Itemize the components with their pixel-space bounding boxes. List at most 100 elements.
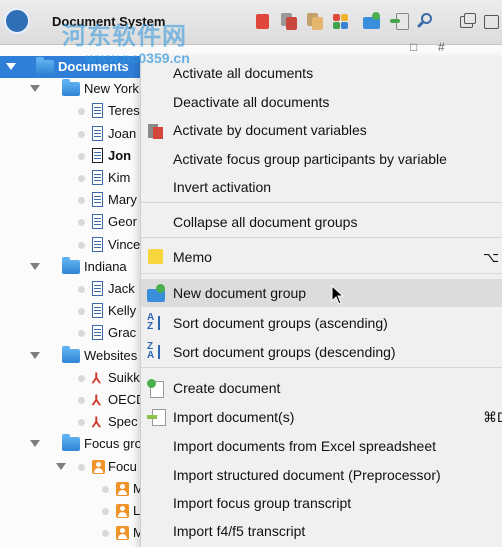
menu-item[interactable]: Create document — [141, 374, 502, 402]
menu-item[interactable]: Import f4/f5 transcript — [141, 517, 502, 545]
tree-document[interactable]: ⅄ OECD — [0, 389, 146, 411]
folder-icon — [62, 434, 80, 451]
menu-item[interactable]: Collapse all document groups — [141, 208, 502, 236]
tree-group[interactable]: Indiana — [0, 256, 140, 278]
maximize-icon[interactable] — [482, 12, 500, 30]
menu-item[interactable]: New document group — [141, 279, 502, 307]
activation-dot-icon[interactable] — [78, 397, 85, 404]
menu-item[interactable]: Activate by document variables — [141, 116, 502, 144]
tree-item-label: Kelly — [108, 303, 137, 318]
menu-item[interactable]: A Z Sort document groups (ascending) — [141, 309, 502, 337]
activation-dot-icon[interactable] — [78, 108, 85, 115]
column-header-count[interactable]: # — [438, 40, 445, 54]
tree-group[interactable]: New York — [0, 78, 140, 100]
tree-document[interactable]: Geor — [0, 211, 140, 233]
menu-item[interactable]: Memo ⌥⇧ — [141, 243, 502, 271]
tree-document[interactable]: M — [0, 478, 144, 500]
expand-triangle-icon[interactable] — [30, 352, 40, 359]
participant-icon — [116, 526, 129, 540]
activation-dot-icon[interactable] — [78, 131, 85, 138]
tree-item-label: Jack — [108, 281, 135, 296]
text-document-icon — [92, 325, 103, 340]
tree-document[interactable]: Jon — [0, 145, 140, 167]
context-menu: Activate all documents Deactivate all doc… — [140, 56, 502, 547]
tree-group[interactable]: Focus gro — [0, 433, 142, 455]
menu-item[interactable]: Import focus group transcript — [141, 489, 502, 517]
activation-dot-icon[interactable] — [78, 330, 85, 337]
undock-icon[interactable] — [458, 12, 476, 30]
tree-document[interactable]: Kim — [0, 167, 140, 189]
activation-dot-icon[interactable] — [78, 219, 85, 226]
activation-dot-icon[interactable] — [78, 175, 85, 182]
menu-item-shortcut: ⌥⇧ — [483, 249, 502, 265]
menu-item-label: Create document — [173, 380, 281, 396]
menu-item[interactable]: Z A Sort document groups (descending) — [141, 338, 502, 366]
document-colors-icon[interactable] — [332, 12, 350, 30]
menu-item-label: Deactivate all documents — [173, 94, 330, 110]
text-document-icon — [92, 303, 103, 318]
menu-item-label: Collapse all document groups — [173, 214, 358, 230]
expand-triangle-icon[interactable] — [56, 463, 66, 470]
copy-documents-icon[interactable] — [280, 12, 298, 30]
tree-group[interactable]: Focu — [0, 456, 140, 478]
tree-group[interactable]: Websites — [0, 345, 140, 367]
search-icon[interactable] — [416, 12, 434, 30]
activation-dot-icon[interactable] — [78, 419, 85, 426]
activation-dot-icon[interactable] — [78, 197, 85, 204]
tree-document[interactable]: Joan — [0, 123, 140, 145]
tree-document[interactable]: ⅄ Suikk — [0, 367, 140, 389]
expand-triangle-icon[interactable] — [30, 263, 40, 270]
expand-triangle-icon[interactable] — [6, 63, 16, 70]
activation-dot-icon[interactable] — [78, 375, 85, 382]
red-document-icon[interactable] — [254, 12, 272, 30]
duplicate-documents-icon[interactable] — [306, 12, 324, 30]
tree-item-label: Teres — [108, 103, 140, 118]
expand-triangle-icon[interactable] — [30, 440, 40, 447]
activation-dot-icon[interactable] — [78, 242, 85, 249]
menu-separator — [141, 367, 502, 368]
tree-document[interactable]: Teres — [0, 100, 140, 122]
import-icon[interactable] — [390, 12, 409, 30]
menu-item-label: Activate by document variables — [173, 122, 367, 138]
column-header-checkbox[interactable]: □ — [410, 40, 417, 54]
column-header: □ # — [400, 38, 502, 56]
tree-document[interactable]: M — [0, 522, 144, 544]
menu-item[interactable]: Activate all documents — [141, 59, 502, 87]
tree-document[interactable]: Grac — [0, 322, 140, 344]
menu-item[interactable]: Import documents from Excel spreadsheet — [141, 432, 502, 460]
activation-dot-icon[interactable] — [78, 286, 85, 293]
expand-triangle-icon[interactable] — [30, 85, 40, 92]
tree-item-label: Kim — [108, 170, 131, 185]
tree-document[interactable]: ⅄ Spec — [0, 411, 140, 433]
activation-dot-icon[interactable] — [78, 308, 85, 315]
tree-item-label: Focus gro — [84, 436, 142, 451]
new-folder-icon[interactable] — [362, 12, 380, 30]
tree-item-label: New York — [84, 81, 139, 96]
tree-document[interactable]: Vince — [0, 234, 140, 256]
tree-document[interactable]: Mary — [0, 189, 140, 211]
menu-item-label: Import f4/f5 transcript — [173, 523, 306, 539]
menu-item-label: Import focus group transcript — [173, 495, 352, 511]
text-document-icon — [92, 192, 103, 207]
menu-item[interactable]: Invert activation — [141, 173, 502, 201]
menu-item[interactable]: Import document(s) ⌘D — [141, 403, 502, 431]
menu-item-label: New document group — [173, 285, 307, 301]
tree-document[interactable]: Jack — [0, 278, 140, 300]
activation-dot-icon[interactable] — [78, 464, 85, 471]
tree-document[interactable]: Kelly — [0, 300, 140, 322]
menu-item[interactable]: Deactivate all documents — [141, 88, 502, 116]
menu-item-label: Sort document groups (descending) — [173, 344, 396, 360]
mouse-cursor-icon — [331, 285, 345, 305]
tree-document[interactable]: L — [0, 500, 140, 522]
activation-dot-icon[interactable] — [102, 530, 109, 537]
activation-dot-icon[interactable] — [102, 486, 109, 493]
menu-item-label: Import documents from Excel spreadsheet — [173, 438, 437, 454]
activation-dot-icon[interactable] — [78, 153, 85, 160]
menu-item[interactable]: Activate focus group participants by var… — [141, 145, 502, 173]
text-document-icon — [92, 170, 103, 185]
watermark-logo: 河东软件网 — [62, 23, 187, 50]
participant-icon — [116, 482, 129, 496]
tree-item-label: Suikk — [108, 370, 140, 385]
menu-item[interactable]: Import structured document (Preprocessor… — [141, 461, 502, 489]
activation-dot-icon[interactable] — [102, 508, 109, 515]
